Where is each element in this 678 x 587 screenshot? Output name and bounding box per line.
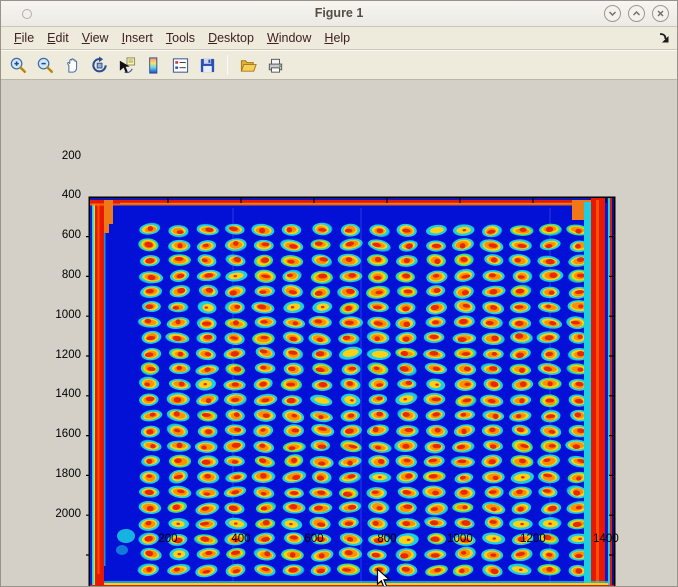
menu-item-insert[interactable]: Insert	[122, 31, 153, 45]
menu-item-window[interactable]: Window	[267, 31, 311, 45]
maximize-button[interactable]	[628, 5, 645, 22]
y-tick-label: 1800	[39, 468, 81, 480]
figure-window: Figure 1 File Edit View Insert Tools Desktop W…	[0, 0, 678, 587]
data-cursor-icon[interactable]	[115, 54, 137, 76]
figure-canvas-area: 2004006008001000120014001600180020002004…	[1, 81, 677, 587]
pan-hand-icon[interactable]	[61, 54, 83, 76]
figure-toolbar	[1, 50, 677, 80]
image-plot[interactable]	[84, 192, 620, 587]
close-icon	[655, 8, 666, 19]
window-title: Figure 1	[1, 6, 677, 20]
chevron-down-icon	[607, 8, 618, 19]
menu-item-view[interactable]: View	[82, 31, 109, 45]
shade-button[interactable]	[604, 5, 621, 22]
y-tick-label: 1600	[39, 428, 81, 440]
open-folder-icon[interactable]	[237, 54, 259, 76]
y-tick-label: 800	[39, 269, 81, 281]
dock-figure-icon[interactable]	[658, 32, 670, 44]
menu-item-file[interactable]: File	[14, 31, 34, 45]
y-tick-label: 1400	[39, 388, 81, 400]
toolbar-separator	[227, 55, 228, 75]
close-button[interactable]	[652, 5, 669, 22]
save-icon[interactable]	[196, 54, 218, 76]
rotate-3d-icon[interactable]	[88, 54, 110, 76]
titlebar[interactable]: Figure 1	[1, 1, 677, 27]
zoom-in-icon[interactable]	[7, 54, 29, 76]
insert-colorbar-icon[interactable]	[142, 54, 164, 76]
window-controls	[604, 5, 669, 22]
insert-legend-icon[interactable]	[169, 54, 191, 76]
y-tick-label: 400	[39, 189, 81, 201]
y-tick-label: 1200	[39, 349, 81, 361]
menu-item-help[interactable]: Help	[324, 31, 350, 45]
y-tick-label: 1000	[39, 309, 81, 321]
zoom-out-icon[interactable]	[34, 54, 56, 76]
y-tick-label: 600	[39, 229, 81, 241]
menu-item-desktop[interactable]: Desktop	[208, 31, 254, 45]
menubar: File Edit View Insert Tools Desktop Window Help	[1, 27, 677, 50]
menu-items: File Edit View Insert Tools Desktop Window Help	[14, 29, 363, 47]
y-tick-label: 200	[39, 150, 81, 162]
y-tick-label: 2000	[39, 508, 81, 520]
menu-item-tools[interactable]: Tools	[166, 31, 195, 45]
chevron-up-icon	[631, 8, 642, 19]
menu-item-edit[interactable]: Edit	[47, 31, 69, 45]
print-icon[interactable]	[264, 54, 286, 76]
